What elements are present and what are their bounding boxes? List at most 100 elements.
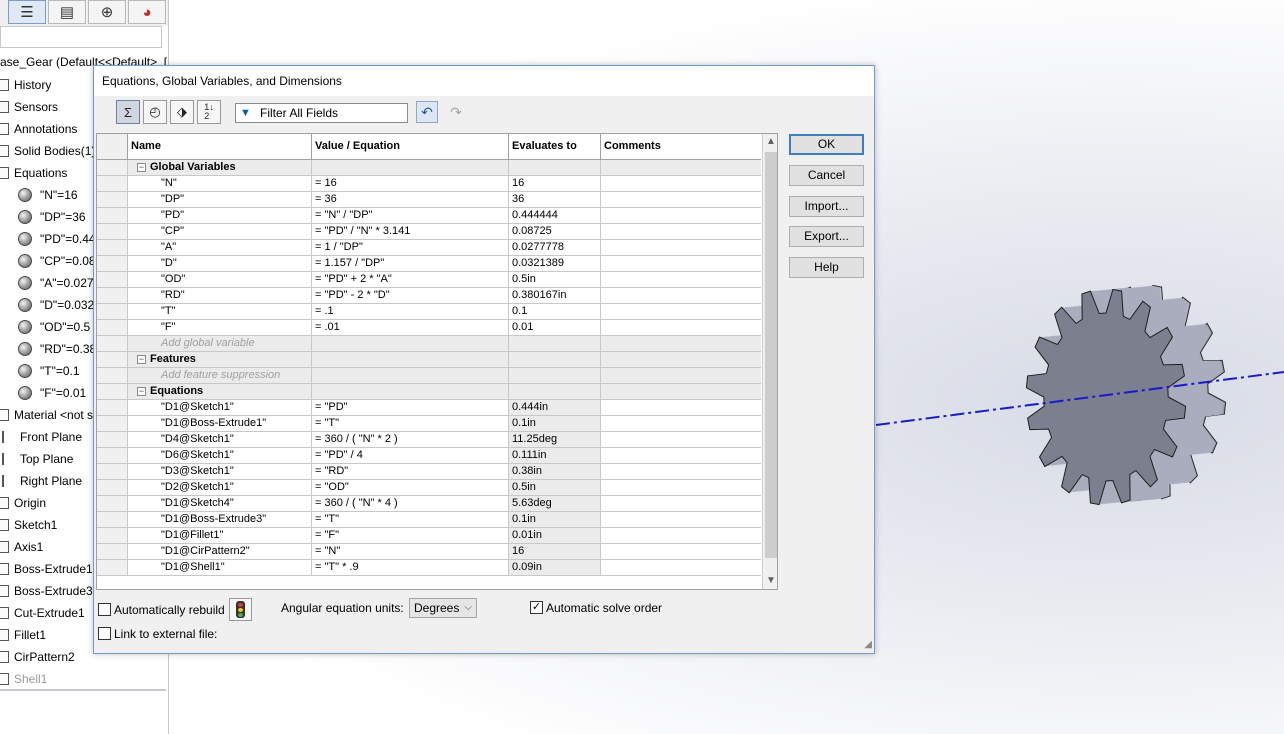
configuration-manager-tab[interactable]: ⊕ — [88, 0, 126, 24]
comments-cell[interactable] — [601, 400, 761, 415]
table-row[interactable]: "CP" = "PD" / "N" * 3.141 0.08725 — [97, 224, 761, 240]
value-cell[interactable]: = "PD" / 4 — [312, 448, 509, 463]
tree-item[interactable]: "CP"=0.08 — [18, 250, 96, 272]
row-selector[interactable] — [97, 560, 128, 575]
tree-item[interactable]: Fillet1 — [0, 624, 46, 646]
row-selector[interactable] — [97, 384, 128, 399]
name-cell[interactable]: "D" — [128, 256, 312, 271]
tree-item[interactable]: Sensors — [0, 96, 58, 118]
comments-cell[interactable] — [601, 256, 761, 271]
row-selector[interactable] — [97, 416, 128, 431]
name-cell[interactable]: "F" — [128, 320, 312, 335]
comments-cell[interactable] — [601, 240, 761, 255]
table-row[interactable]: "D6@Sketch1" = "PD" / 4 0.111in — [97, 448, 761, 464]
value-cell[interactable]: = 1 / "DP" — [312, 240, 509, 255]
tree-item[interactable]: Right Plane — [0, 470, 82, 492]
rollback-bar[interactable] — [0, 689, 166, 691]
comments-cell[interactable] — [601, 208, 761, 223]
table-row[interactable]: "PD" = "N" / "DP" 0.444444 — [97, 208, 761, 224]
ordered-view-button[interactable]: 1↓ 2 — [197, 100, 221, 124]
ok-button[interactable]: OK — [789, 134, 864, 155]
value-cell[interactable]: = 36 — [312, 192, 509, 207]
table-row[interactable]: "RD" = "PD" - 2 * "D" 0.380167in — [97, 288, 761, 304]
section-row[interactable]: − Equations — [97, 384, 761, 400]
section-title[interactable]: Global Variables — [128, 160, 312, 175]
row-selector[interactable] — [97, 288, 128, 303]
evaluates-cell[interactable]: 16 — [509, 544, 601, 559]
evaluates-cell[interactable] — [509, 368, 601, 383]
rebuild-status-button[interactable] — [229, 598, 252, 621]
add-row[interactable]: Add feature suppression — [97, 368, 761, 384]
row-selector[interactable] — [97, 352, 128, 367]
table-row[interactable]: "D1@Fillet1" = "F" 0.01in — [97, 528, 761, 544]
value-cell[interactable]: = "PD" - 2 * "D" — [312, 288, 509, 303]
evaluates-cell[interactable]: 0.01 — [509, 320, 601, 335]
evaluates-cell[interactable]: 0.5in — [509, 480, 601, 495]
evaluates-cell[interactable]: 0.5in — [509, 272, 601, 287]
comments-cell[interactable] — [601, 192, 761, 207]
evaluates-cell[interactable]: 0.1in — [509, 512, 601, 527]
comments-cell[interactable] — [601, 544, 761, 559]
name-cell[interactable]: "D3@Sketch1" — [128, 464, 312, 479]
name-cell[interactable]: "D1@Boss-Extrude3" — [128, 512, 312, 527]
table-row[interactable]: "A" = 1 / "DP" 0.0277778 — [97, 240, 761, 256]
dimension-view-button[interactable]: ⬗ — [170, 100, 194, 124]
add-row[interactable]: Add global variable — [97, 336, 761, 352]
tree-item[interactable]: "D"=0.032 — [18, 294, 94, 316]
evaluates-cell[interactable]: 0.01in — [509, 528, 601, 543]
comments-cell[interactable] — [601, 496, 761, 511]
section-row[interactable]: − Features — [97, 352, 761, 368]
comments-cell[interactable] — [601, 464, 761, 479]
tree-item[interactable]: "F"=0.01 — [18, 382, 86, 404]
evaluates-cell[interactable]: 0.08725 — [509, 224, 601, 239]
angular-units-select[interactable]: Degrees ⌵ — [409, 598, 477, 618]
add-row-placeholder[interactable]: Add global variable — [128, 336, 312, 351]
value-cell[interactable]: = "PD" / "N" * 3.141 — [312, 224, 509, 239]
column-header-comments[interactable]: Comments — [601, 134, 761, 159]
feature-tree-filter[interactable] — [0, 26, 162, 48]
name-cell[interactable]: "D6@Sketch1" — [128, 448, 312, 463]
scroll-down-arrow-icon[interactable]: ▼ — [763, 573, 777, 589]
value-cell[interactable]: = 360 / ( "N" * 2 ) — [312, 432, 509, 447]
comments-cell[interactable] — [601, 320, 761, 335]
value-cell[interactable]: = 16 — [312, 176, 509, 191]
row-selector[interactable] — [97, 544, 128, 559]
tree-item[interactable]: Axis1 — [0, 536, 43, 558]
tree-item[interactable]: "PD"=0.44 — [18, 228, 96, 250]
comments-cell[interactable] — [601, 560, 761, 575]
name-cell[interactable]: "D1@Boss-Extrude1" — [128, 416, 312, 431]
equation-view-button[interactable]: Σ — [116, 100, 140, 124]
redo-button[interactable]: ↷ — [445, 101, 467, 123]
evaluates-cell[interactable]: 16 — [509, 176, 601, 191]
comments-cell[interactable] — [601, 448, 761, 463]
name-cell[interactable]: "D2@Sketch1" — [128, 480, 312, 495]
table-row[interactable]: "D3@Sketch1" = "RD" 0.38in — [97, 464, 761, 480]
row-selector[interactable] — [97, 528, 128, 543]
value-cell[interactable]: = "PD" + 2 * "A" — [312, 272, 509, 287]
resize-grip-icon[interactable]: ◢ — [860, 639, 872, 651]
evaluates-cell[interactable]: 0.0277778 — [509, 240, 601, 255]
table-row[interactable]: "F" = .01 0.01 — [97, 320, 761, 336]
tree-item[interactable]: Origin — [0, 492, 46, 514]
tree-item[interactable]: "DP"=36 — [18, 206, 86, 228]
value-cell[interactable]: = .01 — [312, 320, 509, 335]
row-selector[interactable] — [97, 368, 128, 383]
name-cell[interactable]: "PD" — [128, 208, 312, 223]
cancel-button[interactable]: Cancel — [789, 165, 864, 186]
value-cell[interactable]: = "T" — [312, 416, 509, 431]
row-selector[interactable] — [97, 480, 128, 495]
sketch-equation-view-button[interactable]: ◴ — [143, 100, 167, 124]
comments-cell[interactable] — [601, 384, 761, 399]
value-cell[interactable]: = .1 — [312, 304, 509, 319]
value-cell[interactable] — [312, 368, 509, 383]
value-cell[interactable]: = 360 / ( "N" * 4 ) — [312, 496, 509, 511]
row-selector[interactable] — [97, 448, 128, 463]
scroll-up-arrow-icon[interactable]: ▲ — [763, 134, 777, 150]
add-row-placeholder[interactable]: Add feature suppression — [128, 368, 312, 383]
name-cell[interactable]: "RD" — [128, 288, 312, 303]
row-selector[interactable] — [97, 464, 128, 479]
row-selector[interactable] — [97, 224, 128, 239]
tree-item[interactable]: "A"=0.027 — [18, 272, 94, 294]
row-selector[interactable] — [97, 320, 128, 335]
evaluates-cell[interactable]: 0.0321389 — [509, 256, 601, 271]
